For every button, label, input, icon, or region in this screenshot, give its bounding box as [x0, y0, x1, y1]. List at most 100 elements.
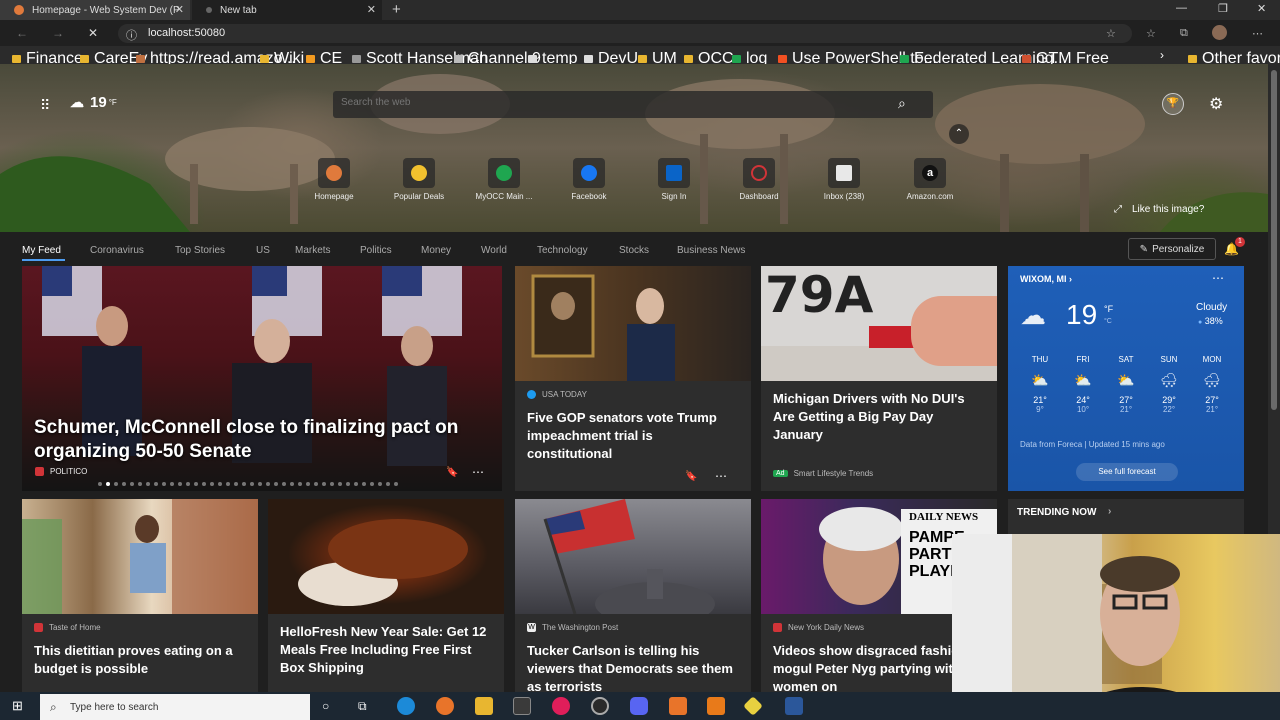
scrollbar-thumb[interactable]: [1271, 70, 1277, 410]
task-view-icon[interactable]: ⧉: [358, 699, 367, 714]
newspaper-masthead: DAILY NEWS: [909, 511, 979, 523]
favorites-icon[interactable]: ☆: [1146, 27, 1156, 40]
tab-coronavirus[interactable]: Coronavirus: [90, 245, 144, 256]
tab-homepage[interactable]: Homepage - Web System Dev (P ✕: [0, 0, 190, 20]
taskbar-search-placeholder: Type here to search: [70, 702, 159, 713]
site-icon: [306, 55, 315, 63]
quick-link-dashboard[interactable]: Dashboard: [721, 158, 797, 201]
firefox-icon[interactable]: [436, 697, 454, 715]
tab-new-tab[interactable]: New tab ✕: [192, 0, 382, 20]
quick-link-amazon[interactable]: a Amazon.com: [892, 158, 968, 201]
url-text[interactable]: localhost:50080: [148, 27, 225, 39]
bookmark-icon[interactable]: 🔖: [446, 467, 458, 478]
xampp-icon[interactable]: [669, 697, 687, 715]
site-icon: [900, 55, 909, 63]
chevron-up-icon[interactable]: ⌃: [949, 124, 969, 144]
bookmark-icon[interactable]: 🔖: [685, 471, 697, 482]
app-launcher-icon[interactable]: ⠿: [40, 97, 50, 114]
windows-start-icon[interactable]: ⊞: [12, 698, 23, 714]
terminal-icon[interactable]: [513, 697, 531, 715]
tab-us[interactable]: US: [256, 245, 270, 256]
taskbar-search[interactable]: ⌕ Type here to search: [40, 694, 310, 720]
tab-markets[interactable]: Markets: [295, 245, 331, 256]
tab-world[interactable]: World: [481, 245, 507, 256]
edge-icon[interactable]: [397, 697, 415, 715]
more-menu-icon[interactable]: ⋯: [1252, 27, 1263, 40]
article-title[interactable]: Michigan Drivers with No DUI's Are Getti…: [773, 390, 985, 444]
article-title[interactable]: Five GOP senators vote Trump impeachment…: [527, 409, 739, 463]
info-icon[interactable]: ⓘ: [126, 27, 137, 43]
quick-link-popular-deals[interactable]: Popular Deals: [381, 158, 457, 201]
see-full-forecast-button[interactable]: See full forecast: [1076, 463, 1178, 481]
slack-icon[interactable]: [552, 697, 570, 715]
hero-news-card[interactable]: Schumer, McConnell close to finalizing p…: [22, 266, 502, 491]
quick-link-sign-in[interactable]: Sign In: [636, 158, 712, 201]
article-title[interactable]: HelloFresh New Year Sale: Get 12 Meals F…: [280, 623, 492, 677]
profile-avatar[interactable]: [1212, 25, 1227, 40]
web-search-box[interactable]: [333, 91, 933, 118]
tab-my-feed[interactable]: My Feed: [22, 245, 61, 256]
search-input[interactable]: [341, 97, 881, 108]
more-options-icon[interactable]: ⋯: [1212, 271, 1224, 285]
article-source: Taste of Home: [34, 623, 101, 632]
tab-stocks[interactable]: Stocks: [619, 245, 649, 256]
ny-daily-news-icon: [773, 623, 782, 632]
sponsored-card[interactable]: 79A Michigan Drivers with No DUI's Are G…: [761, 266, 997, 491]
like-image-link[interactable]: ⤢ Like this image?: [1114, 204, 1204, 215]
tab-politics[interactable]: Politics: [360, 245, 392, 256]
personalize-button[interactable]: ✎ Personalize: [1128, 238, 1216, 260]
news-card[interactable]: W The Washington Post Tucker Carlson is t…: [515, 499, 751, 692]
quick-link-inbox[interactable]: Inbox (238): [806, 158, 882, 201]
new-tab-button[interactable]: +: [392, 1, 401, 18]
news-card[interactable]: Taste of Home This dietitian proves eati…: [22, 499, 258, 692]
forward-icon[interactable]: →: [52, 26, 64, 40]
word-icon[interactable]: [785, 697, 803, 715]
url-input[interactable]: [118, 24, 1132, 43]
article-title[interactable]: Tucker Carlson is telling his viewers th…: [527, 642, 739, 692]
more-options-icon[interactable]: ⋯: [472, 465, 484, 479]
close-window-button[interactable]: ✕: [1257, 2, 1266, 15]
collections-icon[interactable]: ⧉: [1180, 27, 1188, 40]
file-explorer-icon[interactable]: [475, 697, 493, 715]
restore-button[interactable]: ❐: [1218, 2, 1228, 15]
github-icon[interactable]: [591, 697, 609, 715]
close-tab-icon[interactable]: ✕: [175, 3, 184, 16]
cortana-icon[interactable]: ○: [322, 699, 329, 713]
quick-link-homepage[interactable]: Homepage: [296, 158, 372, 201]
sponsored-card[interactable]: HelloFresh New Year Sale: Get 12 Meals F…: [268, 499, 504, 692]
rewards-icon[interactable]: 🏆: [1162, 93, 1184, 115]
gear-icon[interactable]: ⚙: [1209, 94, 1223, 114]
unit-celsius[interactable]: °C: [1104, 318, 1112, 325]
article-title[interactable]: Schumer, McConnell close to finalizing p…: [34, 416, 484, 464]
tab-money[interactable]: Money: [421, 245, 451, 256]
back-icon[interactable]: ←: [16, 26, 28, 40]
tab-business-news[interactable]: Business News: [677, 245, 745, 256]
favorites-overflow-icon[interactable]: ›: [1160, 48, 1164, 62]
chevron-right-icon: ›: [1108, 506, 1112, 517]
unit-fahrenheit[interactable]: °F: [1104, 304, 1113, 314]
snow-sun-icon: 🌨: [1160, 372, 1178, 388]
trending-now-panel[interactable]: TRENDING NOW ›: [1008, 499, 1244, 534]
tab-technology[interactable]: Technology: [537, 245, 588, 256]
carousel-dots[interactable]: [98, 482, 398, 486]
background-image: [0, 64, 1268, 232]
minimize-button[interactable]: —: [1176, 2, 1187, 14]
news-card[interactable]: USA TODAY Five GOP senators vote Trump i…: [515, 266, 751, 491]
quick-link-myocc[interactable]: MyOCC Main ...: [466, 158, 542, 201]
app-icon[interactable]: [707, 697, 725, 715]
tab-top-stories[interactable]: Top Stories: [175, 245, 225, 256]
search-icon[interactable]: ⌕: [898, 95, 906, 112]
stop-icon[interactable]: ✕: [88, 26, 98, 40]
close-tab-icon[interactable]: ✕: [367, 3, 376, 16]
discord-icon[interactable]: [630, 697, 648, 715]
weather-mini[interactable]: ☁ 19 °F: [70, 94, 117, 111]
more-options-icon[interactable]: ⋯: [715, 469, 727, 483]
quick-link-facebook[interactable]: Facebook: [551, 158, 627, 201]
partly-sunny-icon: ⛅: [1117, 372, 1135, 388]
ad-badge: Ad: [773, 470, 788, 477]
site-icon: [136, 55, 145, 63]
article-title[interactable]: This dietitian proves eating on a budget…: [34, 642, 246, 678]
add-favorite-icon[interactable]: ☆: [1106, 27, 1116, 40]
weather-location[interactable]: WIXOM, MI ›: [1020, 274, 1072, 284]
partly-sunny-icon: ⛅: [1074, 372, 1092, 388]
